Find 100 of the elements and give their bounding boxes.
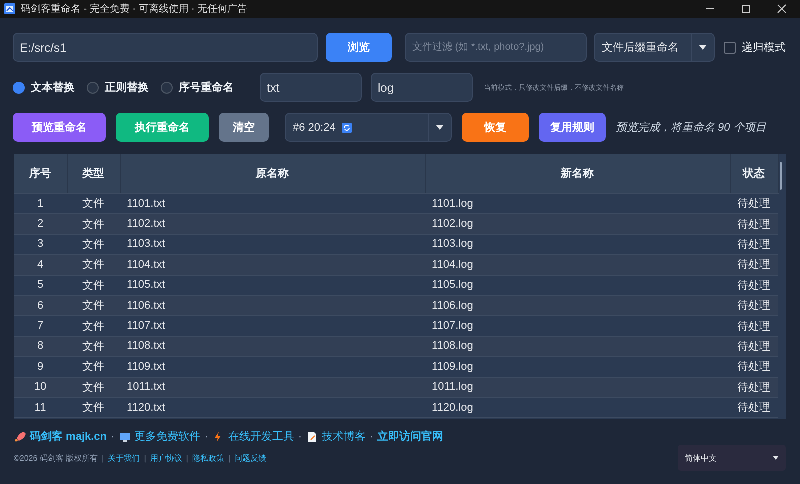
table-cell: 1120.log	[425, 397, 730, 418]
maximize-icon[interactable]	[741, 4, 751, 14]
table-cell: 2	[14, 214, 67, 234]
table-cell: 1106.log	[425, 295, 730, 316]
separator: ·	[298, 430, 302, 442]
column-header[interactable]: 状态	[730, 154, 778, 194]
radio-label: 序号重命名	[179, 80, 234, 95]
footer-link[interactable]: 问题反馈	[234, 453, 266, 464]
footer-link[interactable]: 关于我们	[108, 453, 140, 464]
column-header[interactable]: 序号	[14, 154, 67, 194]
scrollbar-thumb[interactable]	[780, 162, 782, 190]
table-cell: 1109.log	[425, 356, 730, 378]
radio-label: 正则替换	[105, 80, 149, 95]
separator: |	[186, 454, 188, 463]
separator: ·	[370, 430, 374, 442]
table-cell: 1104.log	[425, 254, 730, 276]
separator: ·	[111, 430, 115, 442]
table-cell: 文件	[67, 397, 120, 418]
table-cell: 文件	[67, 356, 120, 378]
status-message: 预览完成，将重命名 90 个项目	[616, 120, 766, 135]
separator: |	[144, 454, 146, 463]
window-title: 码剑客重命名 - 完全免费 · 可离线使用 · 无任何广告	[21, 2, 249, 16]
radio-label: 文本替换	[31, 80, 75, 95]
replace-field[interactable]: log	[371, 73, 473, 102]
column-header[interactable]: 原名称	[120, 154, 425, 194]
column-header[interactable]: 类型	[67, 154, 120, 194]
checkbox[interactable]	[724, 42, 736, 54]
table-cell: 待处理	[730, 356, 778, 378]
recursive-mode-label: 递归模式	[742, 40, 786, 55]
table-cell: 待处理	[730, 214, 778, 234]
close-icon[interactable]	[777, 4, 787, 14]
table-cell: 4	[14, 254, 67, 276]
rocket-icon	[14, 430, 26, 442]
separator: ·	[204, 430, 208, 442]
table-cell: 文件	[67, 316, 120, 336]
table-cell: 1108.log	[425, 336, 730, 357]
table-cell: 7	[14, 316, 67, 336]
table-cell: 1011.txt	[120, 377, 425, 398]
radio-button[interactable]	[87, 82, 99, 94]
footer-link[interactable]: 用户协议	[150, 453, 182, 464]
caret-icon	[435, 123, 445, 132]
copyright-text: ©2026 码剑客 版权所有	[14, 453, 98, 464]
table-cell: 待处理	[730, 275, 778, 296]
table-cell: 1108.txt	[120, 336, 425, 357]
table-cell: 1102.txt	[120, 214, 425, 234]
table-cell: 文件	[67, 214, 120, 234]
table-cell: 1104.txt	[120, 254, 425, 276]
radio-button[interactable]	[13, 82, 25, 94]
action-button[interactable]: 复用规则	[539, 113, 606, 142]
history-value: #6 20:24	[293, 122, 336, 134]
table-cell: 待处理	[730, 316, 778, 336]
footer-link[interactable]: 技术博客	[322, 429, 366, 444]
table-cell: 待处理	[730, 377, 778, 398]
table-cell: 1109.txt	[120, 356, 425, 378]
table-cell: 1105.txt	[120, 275, 425, 296]
table-cell: 1120.txt	[120, 397, 425, 418]
table-cell: 1107.txt	[120, 316, 425, 336]
table-cell: 1102.log	[425, 214, 730, 234]
refresh-icon	[342, 122, 352, 132]
language-select[interactable]: 简体中文	[678, 445, 786, 471]
path-field[interactable]: E:/src/s1	[13, 33, 318, 62]
monitor-icon	[118, 430, 131, 442]
table-cell: 文件	[67, 336, 120, 357]
table-cell: 待处理	[730, 254, 778, 276]
table-cell: 11	[14, 397, 67, 418]
filter-field[interactable]: 文件过滤 (如 *.txt, photo?.jpg)	[405, 33, 588, 62]
table-cell: 待处理	[730, 295, 778, 316]
caret-icon	[773, 456, 779, 460]
table-cell: 1105.log	[425, 275, 730, 296]
table-cell: 1011.log	[425, 377, 730, 398]
separator: |	[228, 454, 230, 463]
table-cell: 10	[14, 377, 67, 398]
table-cell: 9	[14, 356, 67, 378]
find-field[interactable]: txt	[260, 73, 362, 102]
table-cell: 1106.txt	[120, 295, 425, 316]
document-icon	[306, 430, 318, 442]
footer-link[interactable]: 码剑客 majk.cn	[30, 429, 108, 444]
table-cell: 5	[14, 275, 67, 296]
footer-link[interactable]: 立即访问官网	[378, 429, 444, 444]
table-cell: 8	[14, 336, 67, 357]
footer-link[interactable]: 隐私政策	[192, 453, 224, 464]
separator: |	[102, 454, 104, 463]
table-cell: 待处理	[730, 336, 778, 357]
footer-link[interactable]: 在线开发工具	[228, 429, 294, 444]
table-cell: 6	[14, 295, 67, 316]
table-cell: 待处理	[730, 397, 778, 418]
browse-button[interactable]: 浏览	[326, 33, 392, 62]
caret-icon	[698, 43, 708, 52]
rename-mode-select[interactable]: 文件后缀重命名	[594, 33, 715, 62]
app-logo-icon	[4, 3, 16, 15]
table-cell: 文件	[67, 254, 120, 276]
history-select[interactable]: #6 20:24	[285, 113, 452, 142]
action-button[interactable]: 预览重命名	[13, 113, 106, 142]
table-cell: 1107.log	[425, 316, 730, 336]
table-cell: 文件	[67, 275, 120, 296]
table-cell: 文件	[67, 377, 120, 398]
radio-button[interactable]	[161, 82, 173, 94]
column-header[interactable]: 新名称	[425, 154, 730, 194]
action-button[interactable]: 清空	[219, 113, 269, 142]
footer-link[interactable]: 更多免费软件	[134, 429, 201, 444]
